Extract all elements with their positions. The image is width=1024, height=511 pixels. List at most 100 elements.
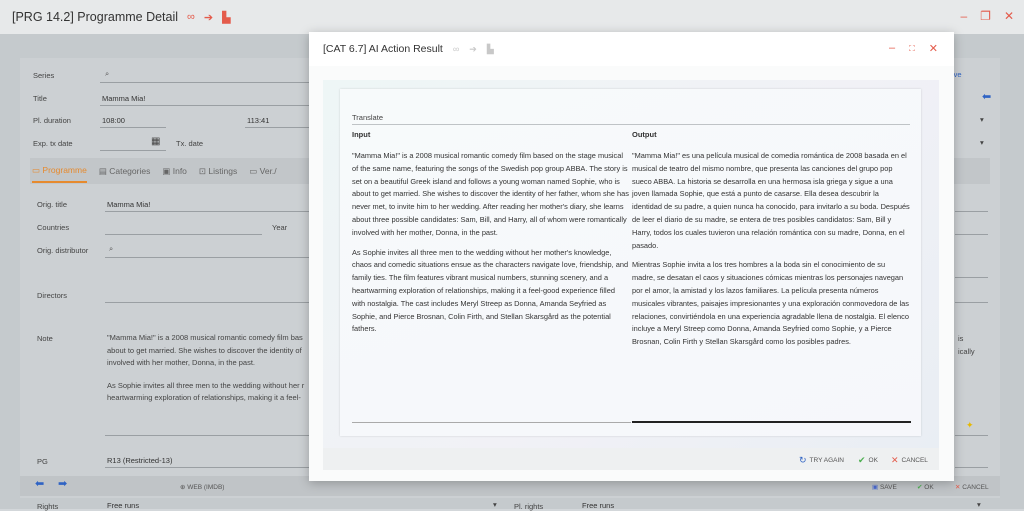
arrow-right-icon[interactable]: ➔: [204, 11, 213, 24]
duration-field-2[interactable]: 113:41: [247, 116, 269, 125]
minimize-icon[interactable]: –: [889, 42, 895, 55]
window-title: [PRG 14.2] Programme Detail: [12, 10, 179, 24]
translate-card: Translate Input Output "Mamma Mia!" is a…: [340, 89, 921, 436]
input-paragraph: As Sophie invites all three men to the w…: [352, 247, 629, 334]
tx-date-label: Exp. tx date: [33, 139, 73, 148]
dialog-header: [CAT 6.7] AI Action Result ∞ ➔ ▙ – ⛶ ✕: [309, 32, 954, 66]
save-label: SAVE: [879, 484, 897, 491]
close-icon[interactable]: ✕: [1004, 9, 1014, 23]
right-underline-6: [955, 467, 988, 468]
output-text[interactable]: "Mamma Mia!" es una película musical de …: [632, 150, 910, 356]
pg-field[interactable]: R13 (Restricted-13): [107, 456, 172, 465]
minimize-icon[interactable]: –: [960, 9, 967, 23]
ok-label: OK: [924, 484, 934, 491]
search-icon[interactable]: ⌕: [105, 69, 109, 79]
tab-programme-label: Programme: [42, 165, 87, 175]
note-line: heartwarming exploration of relationship…: [107, 393, 301, 402]
tab-categories[interactable]: ▤ Categories: [99, 166, 151, 177]
calendar-icon[interactable]: ▦: [151, 136, 160, 147]
tab-versions-label: Ver./: [259, 165, 277, 176]
dialog-footer: [323, 448, 939, 470]
maximize-icon[interactable]: ❐: [980, 9, 991, 23]
series-field[interactable]: [100, 82, 310, 83]
title-label: Title: [33, 94, 47, 103]
note-right-text: is: [958, 334, 964, 343]
tx-date-label-2: Tx. date: [176, 139, 204, 148]
countries-field[interactable]: [105, 234, 262, 235]
countries-label: Countries: [37, 223, 70, 232]
tab-info-label: Info: [172, 165, 187, 176]
output-underline: [632, 421, 911, 423]
right-underline-1: [955, 211, 988, 212]
pg-underline: [105, 467, 310, 468]
duration-field[interactable]: 108:00: [102, 116, 125, 125]
dialog-title: [CAT 6.7] AI Action Result: [323, 43, 443, 55]
title-underline: [100, 105, 310, 106]
try-again-label: TRY AGAIN: [809, 457, 844, 464]
series-label: Series: [33, 71, 55, 80]
arrow-left-icon[interactable]: ⬅: [982, 90, 991, 103]
cancel-label: CANCEL: [962, 484, 989, 491]
note-line: "Mamma Mia!" is a 2008 musical romantic …: [107, 333, 303, 342]
try-again-button[interactable]: ↻ TRY AGAIN: [799, 455, 844, 466]
tx-date-underline: [100, 150, 166, 151]
input-header: Input: [352, 130, 371, 139]
orig-title-label: Orig. title: [37, 200, 68, 209]
pg-label: PG: [37, 457, 48, 466]
restore-icon[interactable]: ⛶: [909, 44, 915, 55]
input-underline: [352, 422, 631, 423]
directors-field[interactable]: [105, 302, 310, 303]
note-underline: [105, 435, 310, 436]
chevron-down-icon[interactable]: ▾: [493, 500, 497, 509]
next-arrow-icon[interactable]: ➡: [58, 477, 67, 490]
note-field[interactable]: "Mamma Mia!" is a 2008 musical romantic …: [107, 332, 317, 405]
cancel-label: CANCEL: [901, 457, 928, 464]
input-text[interactable]: "Mamma Mia!" is a 2008 musical romantic …: [352, 150, 630, 343]
input-paragraph: "Mamma Mia!" is a 2008 musical romantic …: [352, 151, 629, 237]
tab-listings-label: Listings: [208, 165, 238, 176]
ok-button[interactable]: ✔ OK: [917, 483, 934, 491]
rights-label: Rights: [37, 502, 59, 511]
cancel-button[interactable]: ✕ CANCEL: [891, 455, 928, 466]
output-paragraph: Mientras Sophie invita a los tres hombre…: [632, 260, 909, 347]
tab-versions[interactable]: ▭ Ver./: [249, 166, 276, 177]
note-label: Note: [37, 334, 53, 343]
cancel-button[interactable]: ✕ CANCEL: [955, 483, 989, 491]
directors-label: Directors: [37, 291, 68, 300]
right-underline-3: [955, 277, 988, 278]
close-icon: ✕: [891, 455, 899, 465]
orig-title-field[interactable]: Mamma Mia!: [107, 200, 150, 209]
arrow-right-icon: ➔: [469, 43, 477, 54]
document-icon[interactable]: ▙: [222, 11, 230, 24]
tab-info[interactable]: ▣ Info: [162, 166, 187, 177]
year-label: Year: [272, 223, 288, 232]
chevron-down-icon[interactable]: ▾: [977, 500, 981, 509]
title-field[interactable]: Mamma Mia!: [102, 94, 145, 103]
tab-listings[interactable]: ⊡ Listings: [199, 166, 237, 177]
chevron-down-icon[interactable]: ▾: [980, 138, 984, 147]
link-icon: ∞: [452, 44, 460, 54]
tab-categories-label: Categories: [109, 165, 151, 176]
document-icon: ▙: [486, 43, 494, 54]
translate-label: Translate: [352, 113, 383, 122]
ok-button[interactable]: ✔ OK: [858, 455, 878, 466]
save-button[interactable]: ▣ SAVE: [872, 483, 897, 491]
previous-arrow-icon[interactable]: ⬅: [35, 477, 44, 490]
web-imdb-button[interactable]: ⊕ WEB (IMDB): [180, 483, 224, 491]
distributor-field[interactable]: [105, 257, 310, 258]
tab-programme[interactable]: ▭ Programme: [32, 165, 87, 183]
link-icon[interactable]: ∞: [187, 11, 195, 23]
ok-label: OK: [868, 457, 878, 464]
window-titlebar: [PRG 14.2] Programme Detail ∞ ➔ ▙ – ❐ ✕: [0, 0, 1024, 34]
close-icon[interactable]: ✕: [929, 42, 938, 55]
check-icon: ✔: [858, 455, 866, 465]
refresh-icon: ↻: [799, 455, 807, 465]
duration-label: Pl. duration: [33, 116, 71, 125]
output-paragraph: "Mamma Mia!" es una película musical de …: [632, 151, 910, 250]
search-icon[interactable]: ⌕: [109, 244, 113, 254]
card-divider: [352, 124, 910, 125]
right-underline-4: [955, 302, 988, 303]
chevron-down-icon[interactable]: ▾: [980, 115, 984, 124]
duration-underline-2: [245, 127, 310, 128]
lightbulb-icon[interactable]: ✦: [966, 420, 974, 431]
